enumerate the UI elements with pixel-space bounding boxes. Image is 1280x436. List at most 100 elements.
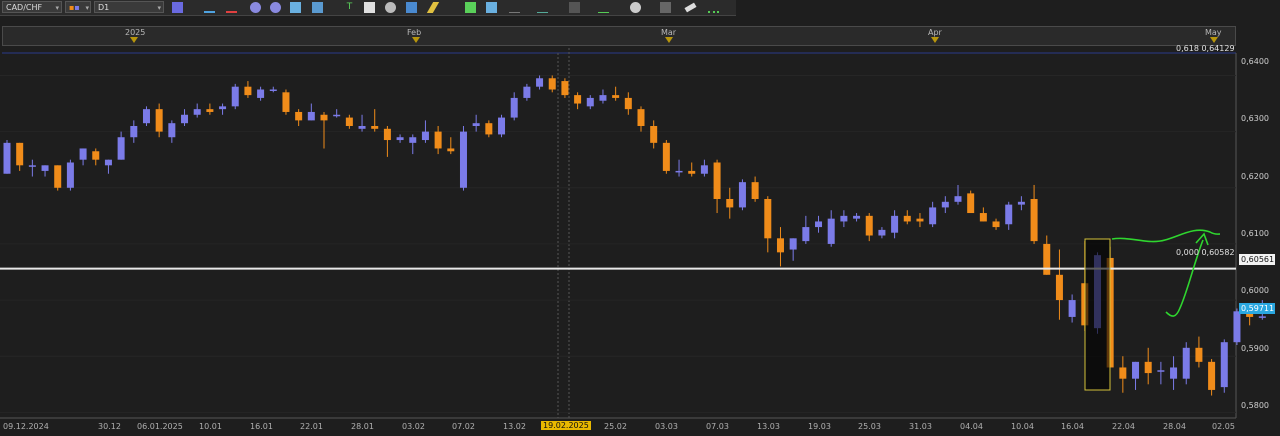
candle-body: [282, 92, 290, 112]
candle: [41, 165, 49, 177]
projection-curve-upper[interactable]: [1111, 229, 1221, 243]
candle-body: [206, 109, 214, 112]
price-tick: 0,5900: [1241, 344, 1269, 353]
candle: [117, 131, 125, 160]
candle-body: [789, 238, 797, 250]
line-price-badge: 0,60561: [1239, 254, 1275, 265]
candle: [827, 210, 835, 247]
candle: [409, 134, 417, 155]
candle-body: [383, 128, 391, 141]
candle: [219, 103, 227, 115]
candle-body: [295, 111, 303, 121]
candle: [523, 83, 531, 101]
candle: [1182, 342, 1190, 385]
candle: [66, 159, 74, 191]
date-tick: 04.04: [960, 422, 983, 431]
candle: [992, 218, 1000, 230]
fib-level-bottom-label: 0,000 0,60582: [1176, 248, 1235, 257]
candle-body: [1005, 204, 1013, 225]
candle-body: [903, 215, 911, 222]
price-grid: [0, 74, 1236, 413]
candle: [1144, 347, 1152, 385]
candle: [396, 134, 404, 143]
candle: [574, 92, 582, 110]
candle-body: [738, 182, 746, 208]
price-tick: 0,6000: [1241, 286, 1269, 295]
candle: [815, 215, 823, 233]
candle: [168, 120, 176, 143]
candle-body: [1132, 361, 1140, 379]
candle-body: [688, 170, 696, 174]
candle: [421, 120, 429, 143]
candle-body: [104, 159, 112, 166]
candle-body: [941, 201, 949, 208]
candle-body: [1208, 361, 1216, 390]
candle: [193, 103, 201, 118]
candle-body: [257, 89, 265, 98]
price-tick: 0,6200: [1241, 172, 1269, 181]
candle-body: [929, 207, 937, 225]
candle-body: [967, 193, 975, 214]
candle-body: [130, 126, 138, 138]
candle-body: [865, 215, 873, 236]
candle: [738, 179, 746, 211]
candle-body: [776, 238, 784, 253]
candle-body: [561, 81, 569, 96]
candle: [1208, 359, 1216, 396]
candle-body: [269, 89, 277, 91]
candle-body: [624, 97, 632, 110]
price-chart[interactable]: [0, 0, 1280, 436]
candle: [104, 159, 112, 174]
candle: [345, 114, 353, 129]
candle: [307, 103, 315, 121]
candle-body: [231, 86, 239, 107]
candle: [181, 109, 189, 126]
candle-body: [599, 95, 607, 101]
candle-body: [1157, 370, 1165, 372]
date-tick: 25.02: [604, 422, 627, 431]
candle-body: [1144, 361, 1152, 374]
candle-body: [54, 165, 62, 188]
candle-body: [586, 97, 594, 107]
crosshair-date-badge: 19.02.2025: [541, 421, 591, 430]
candle-body: [662, 142, 670, 171]
candle-body: [523, 86, 531, 98]
candle: [1220, 339, 1228, 393]
candle: [789, 238, 797, 261]
candle-body: [979, 213, 987, 222]
candle-body: [28, 165, 36, 167]
candle: [1170, 356, 1178, 390]
candle: [941, 196, 949, 214]
date-tick: 03.03: [655, 422, 678, 431]
candle: [878, 227, 886, 239]
date-tick: 02.05: [1212, 422, 1235, 431]
candle-body: [219, 106, 227, 110]
candle: [1055, 249, 1063, 320]
candle: [675, 159, 683, 177]
highlight-box[interactable]: [1084, 238, 1111, 391]
candle: [472, 114, 480, 132]
date-tick: 22.01: [300, 422, 323, 431]
candle: [612, 86, 620, 101]
candle-body: [1233, 311, 1241, 343]
candle-body: [396, 137, 404, 141]
candle: [751, 176, 759, 202]
date-tick: 16.04: [1061, 422, 1084, 431]
candle: [142, 106, 150, 126]
date-tick: 28.01: [351, 422, 374, 431]
candle: [1157, 361, 1165, 385]
candle: [776, 227, 784, 267]
candle-body: [878, 229, 886, 236]
candle: [967, 190, 975, 214]
date-tick: 31.03: [909, 422, 932, 431]
candle-body: [536, 78, 544, 87]
candle-body: [853, 215, 861, 219]
candle-body: [193, 109, 201, 115]
candle-body: [66, 162, 74, 188]
candle-body: [244, 86, 252, 96]
candle-body: [1170, 367, 1178, 379]
candle-body: [472, 123, 480, 126]
date-tick: 22.04: [1112, 422, 1135, 431]
candle-body: [1017, 201, 1025, 205]
candle-body: [700, 165, 708, 174]
